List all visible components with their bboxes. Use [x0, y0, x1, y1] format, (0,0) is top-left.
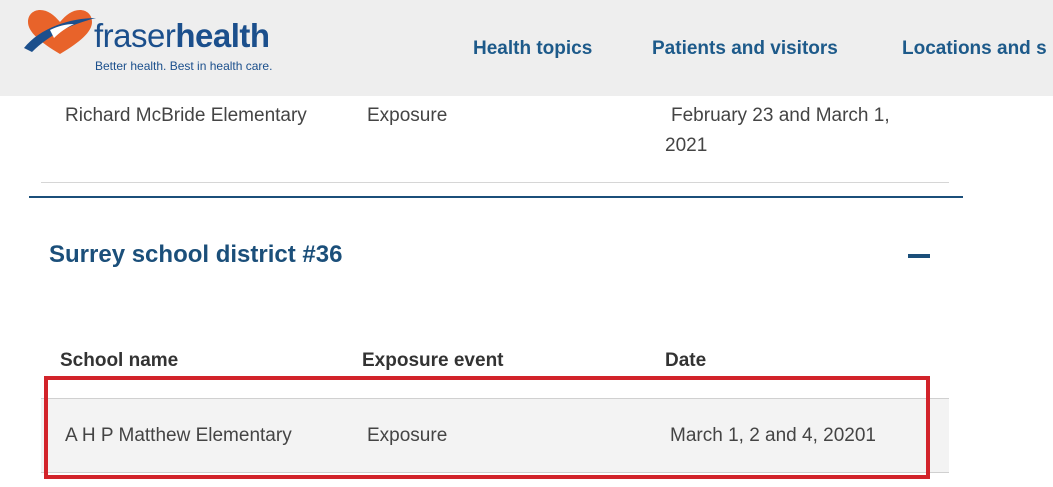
nav-patients-and-visitors[interactable]: Patients and visitors	[652, 38, 838, 60]
logo-tagline: Better health. Best in health care.	[95, 59, 273, 73]
logo-wordmark-part2: health	[175, 17, 270, 54]
exposure-event-cell: Exposure	[367, 425, 448, 446]
section-divider	[29, 196, 963, 198]
table-row: A H P Matthew Elementary Exposure March …	[41, 398, 949, 473]
table-row: Richard McBride Elementary Exposure Febr…	[41, 96, 949, 183]
logo-wordmark-part1: fraser	[94, 17, 176, 54]
site-header: fraserhealth Better health. Best in heal…	[0, 0, 1053, 96]
column-header-date: Date	[665, 350, 707, 371]
column-header-exposure-event: Exposure event	[362, 350, 504, 371]
section-title[interactable]: Surrey school district #36	[49, 241, 342, 269]
minus-icon[interactable]	[908, 254, 930, 258]
date-cell: February 23 and March 1, 2021	[665, 105, 890, 156]
date-cell: March 1, 2 and 4, 20201	[670, 425, 876, 446]
school-name-cell: Richard McBride Elementary	[65, 105, 307, 126]
exposure-event-cell: Exposure	[367, 105, 448, 126]
heart-swoosh-icon	[24, 10, 96, 54]
logo-wordmark: fraserhealth	[94, 18, 270, 54]
school-name-cell: A H P Matthew Elementary	[65, 425, 292, 446]
nav-health-topics[interactable]: Health topics	[473, 38, 592, 60]
fraserhealth-logo[interactable]: fraserhealth Better health. Best in heal…	[20, 8, 272, 78]
nav-locations-and-services[interactable]: Locations and s	[902, 38, 1047, 60]
column-header-school-name: School name	[60, 350, 179, 371]
